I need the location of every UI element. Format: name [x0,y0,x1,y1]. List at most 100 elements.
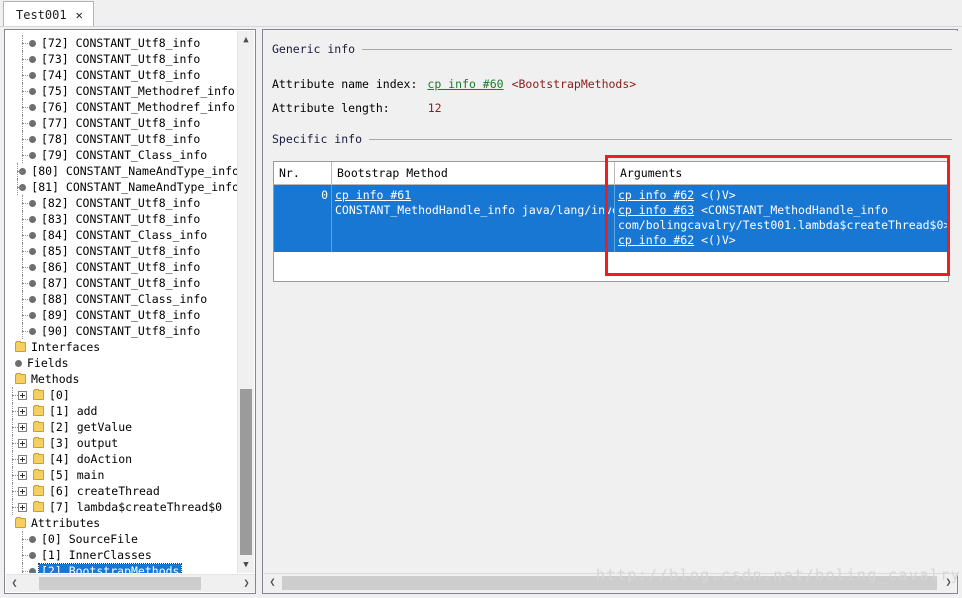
bullet-icon [29,71,36,79]
expand-icon[interactable] [18,454,27,464]
column-header-nr[interactable]: Nr. [274,162,332,184]
tree-vertical-scrollbar[interactable]: ▲ ▼ [237,31,254,573]
column-header-arguments[interactable]: Arguments [615,162,948,184]
attribute-detail-content: Generic info Attribute name index: cp in… [264,31,958,575]
folder-icon [33,485,44,496]
attribute-name-index-value: <BootstrapMethods> [511,77,637,91]
tree-item-method[interactable]: [5] main [47,468,104,482]
tree-guide [18,531,28,547]
tree-guide [18,147,28,163]
tree-item-interfaces[interactable]: Interfaces [29,340,100,354]
tree-item-label[interactable]: [82] CONSTANT_Utf8_info [39,196,200,210]
chevron-left-icon[interactable]: ❮ [264,574,281,591]
tree-item-attribute[interactable]: [0] SourceFile [39,532,138,546]
tree-item-method[interactable]: [0] [47,388,70,402]
tree-item-method[interactable]: [2] getValue [47,420,132,434]
chevron-down-icon[interactable]: ▼ [238,556,254,573]
tree-item-attribute[interactable]: [1] InnerClasses [39,548,152,562]
tree-item-label[interactable]: [76] CONSTANT_Methodref_info [39,100,235,114]
tree-item-label[interactable]: [80] CONSTANT_NameAndType_info [29,164,239,178]
tree-item-label[interactable]: [74] CONSTANT_Utf8_info [39,68,200,82]
attribute-name-index-row: Attribute name index: cp info #60 <Boots… [272,77,636,91]
tree-item-method[interactable]: [7] lambda$createThread$0 [47,500,222,514]
tree-item-method[interactable]: [4] doAction [47,452,132,466]
detail-hscroll-thumb[interactable] [282,576,937,590]
tree-guide [18,307,28,323]
expand-icon[interactable] [18,390,27,400]
tree-item-label[interactable]: [83] CONSTANT_Utf8_info [39,212,200,226]
cell-nr-value: 0 [321,188,328,202]
expand-icon[interactable] [18,422,27,432]
tree-item-label[interactable]: [73] CONSTANT_Utf8_info [39,52,200,66]
tree-item-method[interactable]: [1] add [47,404,97,418]
tab-strip-underline [0,26,962,27]
tree-item-fields[interactable]: Fields [25,356,69,370]
bullet-icon [29,231,36,239]
expand-icon[interactable] [18,502,27,512]
cell-bootstrap-method-line1: cp info #61 [335,188,614,203]
tree-guide [8,483,18,499]
expand-icon[interactable] [18,486,27,496]
chevron-left-icon[interactable]: ❮ [6,575,23,592]
table-row[interactable]: 0 cp info #61 CONSTANT_MethodHandle_info… [274,185,948,252]
tree-item-label[interactable]: [86] CONSTANT_Utf8_info [39,260,200,274]
tree-item-method[interactable]: [3] output [47,436,118,450]
tree-viewport[interactable]: [72] CONSTANT_Utf8_info [73] CONSTANT_Utf… [6,31,239,573]
tree-guide [18,99,28,115]
expand-icon[interactable] [18,438,27,448]
cell-bootstrap-method-line2: CONSTANT_MethodHandle_info java/lang/inv… [335,203,614,217]
bullet-icon [29,263,36,271]
folder-icon [33,389,44,400]
tree-vscroll-thumb[interactable] [240,389,252,555]
generic-info-title: Generic info [272,42,356,56]
expand-icon[interactable] [18,406,27,416]
attribute-length-label: Attribute length: [272,101,390,115]
tree-item-label[interactable]: [84] CONSTANT_Class_info [39,228,207,242]
cell-bootstrap-method: cp info #61 CONSTANT_MethodHandle_info j… [332,185,615,252]
tree-guide [18,243,28,259]
tree-item-label[interactable]: [90] CONSTANT_Utf8_info [39,324,200,338]
tree-guide [18,83,28,99]
tree-guide [8,499,18,515]
tree-guide [13,179,22,195]
tab-test001[interactable]: Test001 ✕ [3,1,94,27]
chevron-right-icon[interactable]: ❯ [940,574,957,591]
cp-info-link[interactable]: cp info #63 [618,203,694,217]
tree-item-attributes[interactable]: Attributes [29,516,100,530]
cp-info-link-60[interactable]: cp info #60 [427,77,503,91]
tree-horizontal-scrollbar[interactable]: ❮ ❯ [6,574,255,592]
tree-item-label[interactable]: [89] CONSTANT_Utf8_info [39,308,200,322]
folder-icon [15,341,26,352]
tree-guide [18,115,28,131]
tree-item-label[interactable]: [78] CONSTANT_Utf8_info [39,132,200,146]
folder-icon [33,501,44,512]
tree-item-label[interactable]: [85] CONSTANT_Utf8_info [39,244,200,258]
tree-item-method[interactable]: [6] createThread [47,484,160,498]
cp-info-link[interactable]: cp info #62 [618,188,694,202]
tree-hscroll-thumb[interactable] [39,577,201,590]
tree-item-label[interactable]: [75] CONSTANT_Methodref_info [39,84,235,98]
close-icon[interactable]: ✕ [76,9,83,21]
cp-info-link[interactable]: cp info #62 [618,233,694,247]
tree-guide [18,195,28,211]
bootstrap-methods-table[interactable]: Nr. Bootstrap Method Arguments 0 cp info… [273,161,949,282]
tree-item-label[interactable]: [79] CONSTANT_Class_info [39,148,207,162]
tree-item-label[interactable]: [77] CONSTANT_Utf8_info [39,116,200,130]
detail-horizontal-scrollbar[interactable]: ❮ ❯ [264,573,957,592]
tree-item-methods[interactable]: Methods [29,372,79,386]
bullet-icon [29,39,36,47]
expand-icon[interactable] [18,470,27,480]
tree-item-label[interactable]: [88] CONSTANT_Class_info [39,292,207,306]
chevron-up-icon[interactable]: ▲ [238,31,254,48]
section-divider [369,138,952,140]
tree-item-label[interactable]: [72] CONSTANT_Utf8_info [39,36,200,50]
tree-item-attribute[interactable]: [2] BootstrapMethods [37,563,183,573]
tree-item-label[interactable]: [87] CONSTANT_Utf8_info [39,276,200,290]
chevron-right-icon[interactable]: ❯ [238,575,255,592]
cp-info-link-61[interactable]: cp info #61 [335,188,411,202]
folder-icon [15,517,26,528]
tree-item-label[interactable]: [81] CONSTANT_NameAndType_info [29,180,239,194]
attribute-name-index-label: Attribute name index: [272,77,418,91]
column-header-bootstrap-method[interactable]: Bootstrap Method [332,162,615,184]
specific-info-section-header: Specific info [272,132,952,146]
